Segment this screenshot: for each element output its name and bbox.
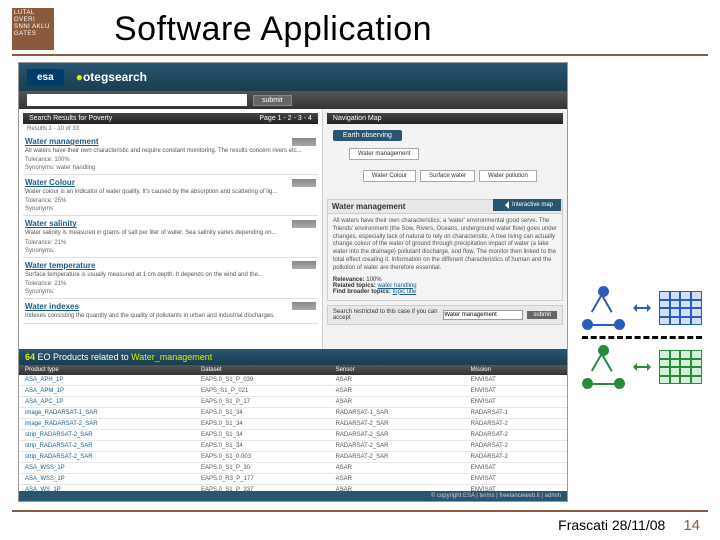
search-submit-button[interactable]: submit [253,95,292,106]
nav-panel: Navigation Map Earth observing Water man… [323,109,567,349]
table-row[interactable]: strip_RADARSAT-2_SAREAPS.0_S1_34RADARSAT… [19,441,567,452]
tag-icon [292,179,316,187]
result-item[interactable]: Water indexes Indexes consisting the qua… [23,299,318,324]
footer-divider [12,510,708,512]
tag-icon [292,220,316,228]
results-count: Results 1 - 10 of 33 [23,124,318,134]
result-item[interactable]: Water temperature Surface temperature is… [23,258,318,299]
side-diagrams [582,280,702,395]
table-header[interactable]: Sensor [330,365,465,375]
filter-label: Search restricted to this case if you ca… [333,309,439,321]
esa-logo: esa [27,69,64,86]
slide-footer: Frascati 28/11/08 14 [558,517,700,534]
app-screenshot: esa ●otegsearch submit Search Results fo… [18,62,568,502]
rdf-graph-icon [582,345,625,389]
app-header: esa ●otegsearch [19,63,567,91]
table-icon [659,350,702,384]
products-table: Product typeDatasetSensorMission ASA_APH… [19,365,567,496]
results-panel: Search Results for Poverty Page 1 - 2 - … [19,109,323,349]
search-input[interactable] [27,94,247,106]
app-footer: © copyright ESA | terms | freelanceweb.i… [19,491,567,501]
table-row[interactable]: ASA_APH_1PEAPS.0_S1_P_039ASARENVISAT [19,375,567,386]
table-row[interactable]: ASA_WSS_1PEAPS.0_S1_P_30ASARENVISAT [19,463,567,474]
tag-icon [292,138,316,146]
table-row[interactable]: strip_RADARSAT-2_SAREAPS.0_S1_0.003RADAR… [19,452,567,463]
slide-header: LUTAL OVERI SNNI AKLU GATES Software App… [0,0,720,54]
broader-link[interactable]: topic title [393,289,417,295]
logo-icon: LUTAL OVERI SNNI AKLU GATES [12,8,54,50]
table-row[interactable]: ASA_APM_1PEAPS_S1_P_021ASARENVISAT [19,386,567,397]
results-title: Search Results for Poverty [29,115,112,122]
table-header[interactable]: Mission [465,365,567,375]
result-item[interactable]: Water salinity Water salinity is measure… [23,216,318,257]
search-bar: submit [19,91,567,109]
nav-root-node[interactable]: Earth observing [333,130,402,141]
results-header: Search Results for Poverty Page 1 - 2 - … [23,113,318,124]
page-number: 14 [683,517,700,534]
detail-body: All waters have their own characteristic… [333,218,557,273]
interactive-map-button[interactable]: Interactive map [493,199,561,211]
filter-submit-button[interactable]: submit [527,311,557,319]
tag-icon [292,261,316,269]
results-pager[interactable]: Page 1 - 2 - 3 - 4 [259,115,312,122]
nav-chip[interactable]: Water Colour [363,170,416,182]
table-row[interactable]: ASA_WSS_1PEAPS.0_R3_P_177ASARENVISAT [19,474,567,485]
table-row[interactable]: strip_RADARSAT-2_SAREAPS.0_S1_34RADARSAT… [19,430,567,441]
nav-chip[interactable]: Water management [349,148,419,160]
detail-panel: Water management All waters have their o… [327,199,563,301]
table-header[interactable]: Product type [19,365,195,375]
filter-row: Search restricted to this case if you ca… [327,305,563,325]
table-row[interactable]: image_RADARSAT-1_SAREAPS.0_S1_34RADARSAT… [19,408,567,419]
products-count: 64 [25,352,35,362]
footer-location: Frascati 28/11/08 [558,517,665,533]
rdf-graph-icon [582,286,625,330]
table-header[interactable]: Dataset [195,365,330,375]
table-row[interactable]: ASA_APC_1PEAPS.0_S1_P_17ASARENVISAT [19,397,567,408]
result-item[interactable]: Water Colour Water colour is an indicato… [23,175,318,216]
nav-chip[interactable]: Water pollution [479,170,537,182]
slide-title: Software Application [114,10,432,49]
dashed-divider [582,336,702,339]
table-icon [659,291,702,325]
bi-arrow-icon [631,303,653,313]
table-row[interactable]: image_RADARSAT-2_SAREAPS.0_S1_34RADARSAT… [19,419,567,430]
nav-map-header: Navigation Map [327,113,563,124]
tag-icon [292,302,316,310]
nav-chip[interactable]: Surface water [420,170,475,182]
app-brand: ●otegsearch [76,70,147,84]
title-underline [12,54,708,56]
result-item[interactable]: Water management All waters have their o… [23,134,318,175]
filter-input[interactable] [443,310,523,320]
bi-arrow-icon [631,362,653,372]
products-header: 64 EO Products related to Water_manageme… [19,349,567,365]
